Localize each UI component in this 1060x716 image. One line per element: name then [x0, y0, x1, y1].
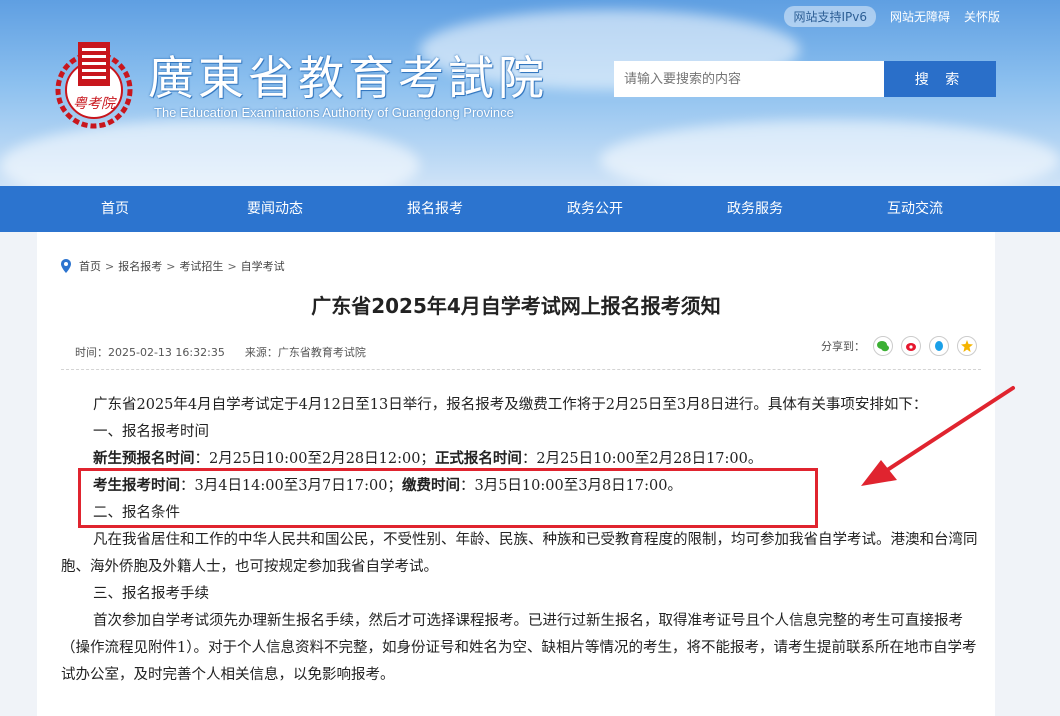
formal-label: 正式报名时间 — [434, 451, 522, 467]
new-pre-value: ：2月25日10:00至2月28日12:00； — [194, 451, 435, 467]
nav-item-interaction[interactable]: 互动交流 — [835, 186, 995, 232]
breadcrumb-exam-enrollment[interactable]: 考试招生 — [179, 258, 223, 274]
formal-value: ：2月25日10:00至2月28日17:00。 — [521, 451, 763, 467]
nav-item-registration[interactable]: 报名报考 — [355, 186, 515, 232]
article-source: 来源：广东省教育考试院 — [244, 346, 366, 359]
qq-share-icon[interactable] — [929, 336, 949, 356]
article-container: 首页 > 报名报考 > 考试招生 > 自学考试 广东省2025年4月自学考试网上… — [37, 232, 1015, 716]
share-label: 分享到： — [821, 340, 865, 353]
publish-time: 时间：2025-02-13 16:32:35 — [75, 346, 225, 359]
new-pre-label: 新生预报名时间 — [93, 451, 195, 467]
intro-paragraph: 广东省2025年4月自学考试定于4月12日至13日举行，报名报考及缴费工作将于2… — [93, 397, 928, 413]
wechat-share-icon[interactable] — [873, 336, 893, 356]
seal-text: 粤考院 — [73, 96, 117, 112]
site-title-en: The Education Examinations Authority of … — [154, 105, 514, 120]
article-title: 广东省2025年4月自学考试网上报名报考须知 — [311, 294, 721, 318]
qzone-share-icon[interactable] — [957, 336, 977, 356]
divider — [61, 369, 981, 370]
nav-item-news[interactable]: 要闻动态 — [195, 186, 355, 232]
care-mode-link[interactable]: 关怀版 — [964, 8, 1000, 25]
breadcrumb-home[interactable]: 首页 — [79, 258, 101, 274]
top-links: 网站支持IPv6 网站无障碍 关怀版 — [784, 6, 1000, 27]
article-body: 广东省2025年4月自学考试定于4月12日至13日举行，报名报考及缴费工作将于2… — [61, 392, 985, 689]
site-header: 网站支持IPv6 网站无障碍 关怀版 粤考院 廣東省教育考試院 The Educ… — [0, 0, 1060, 186]
seal-logo-icon: 粤考院 — [55, 42, 133, 129]
cloud-decoration — [600, 120, 1060, 186]
ipv6-badge: 网站支持IPv6 — [784, 6, 876, 27]
share-bar: 分享到： — [821, 336, 977, 356]
conditions-paragraph: 凡在我省居住和工作的中华人民共和国公民，不受性别、年龄、民族、种族和已受教育程度… — [61, 532, 978, 575]
site-title: 廣東省教育考試院 — [148, 51, 548, 105]
breadcrumb-registration[interactable]: 报名报考 — [118, 258, 162, 274]
search-button[interactable]: 搜 索 — [884, 61, 996, 97]
nav-item-services[interactable]: 政务服务 — [675, 186, 835, 232]
accessibility-link[interactable]: 网站无障碍 — [890, 8, 950, 25]
main-nav: 首页 要闻动态 报名报考 政务公开 政务服务 互动交流 — [0, 186, 1060, 232]
section-heading-time: 一、报名报考时间 — [93, 424, 209, 440]
nav-item-home[interactable]: 首页 — [35, 186, 195, 232]
weibo-share-icon[interactable] — [901, 336, 921, 356]
nav-item-government-affairs[interactable]: 政务公开 — [515, 186, 675, 232]
location-pin-icon — [61, 259, 71, 273]
search-input[interactable] — [614, 61, 884, 97]
article-meta: 时间：2025-02-13 16:32:35 来源：广东省教育考试院 — [75, 344, 366, 360]
highlight-box — [78, 468, 818, 528]
breadcrumb-self-study-exam[interactable]: 自学考试 — [241, 258, 285, 274]
procedure-paragraph: 首次参加自学考试须先办理新生报名手续，然后才可选择课程报考。已进行过新生报名，取… — [61, 613, 977, 683]
breadcrumb: 首页 > 报名报考 > 考试招生 > 自学考试 — [61, 258, 285, 274]
section-heading-procedure: 三、报名报考手续 — [93, 586, 209, 602]
red-arrow-icon — [861, 386, 1015, 486]
